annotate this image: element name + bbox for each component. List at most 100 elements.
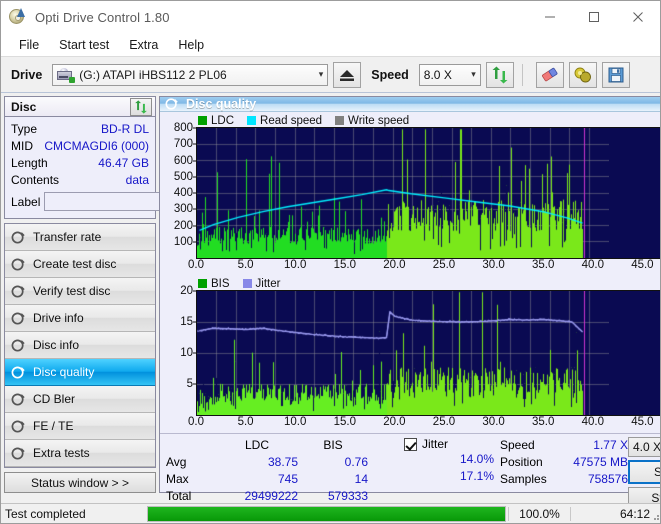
stats-max-ldc: 745 bbox=[277, 472, 298, 486]
disc-info-row: Type BD-R DL bbox=[11, 121, 149, 137]
floppy-save-icon bbox=[608, 67, 624, 82]
ldc-chart-plot bbox=[196, 127, 660, 259]
eject-icon bbox=[340, 69, 355, 81]
sidebar-item-label: CD Bler bbox=[33, 392, 76, 407]
sidebar-item-create-test-disc[interactable]: Create test disc bbox=[5, 251, 155, 279]
sidebar-item-extra-tests[interactable]: Extra tests bbox=[5, 440, 155, 468]
close-icon[interactable] bbox=[616, 1, 660, 33]
sidebar-item-label: Disc quality bbox=[33, 365, 95, 380]
drive-select-value: (G:) ATAPI iHBS112 2 PL06 bbox=[79, 67, 227, 82]
sidebar-item-verify-test-disc[interactable]: Verify test disc bbox=[5, 278, 155, 306]
ldc-chart-container: LDC Read speed Write speed 100 200 300 400 5… bbox=[160, 112, 660, 274]
status-window-button[interactable]: Status window > > bbox=[4, 472, 156, 493]
progress-bar bbox=[147, 505, 506, 522]
disc-test-icon bbox=[11, 230, 26, 245]
status-message: Test completed bbox=[5, 506, 86, 521]
application-window: Opti Drive Control 1.80 File Start test … bbox=[0, 0, 661, 524]
sidebar-item-cd-bler[interactable]: CD Bler bbox=[5, 386, 155, 414]
speed-select-value: 8.0 X bbox=[423, 67, 452, 82]
disc-panel-header: Disc bbox=[4, 96, 156, 117]
start-full-button[interactable]: Start full bbox=[628, 460, 660, 484]
disc-label-caption: Label bbox=[11, 194, 41, 209]
resize-grip-icon[interactable] bbox=[650, 511, 660, 521]
menu-start-test[interactable]: Start test bbox=[49, 36, 119, 54]
save-button[interactable] bbox=[601, 61, 630, 88]
sidebar-item-label: Disc info bbox=[33, 338, 80, 353]
sidebar-item-label: Transfer rate bbox=[33, 230, 102, 245]
stats-avg-ldc: 38.75 bbox=[267, 455, 298, 469]
menu-file[interactable]: File bbox=[9, 36, 49, 54]
legend-label-ldc: LDC bbox=[211, 114, 235, 127]
test-speed-select[interactable]: 4.0 X ▾ bbox=[628, 437, 661, 457]
toolbar: Drive (G:) ATAPI iHBS112 2 PL06 ▾ Speed … bbox=[1, 57, 660, 93]
ldc-chart-legend: LDC Read speed Write speed bbox=[198, 114, 660, 127]
position-stat-value: 47575 MB bbox=[573, 455, 628, 469]
refresh-icon bbox=[492, 66, 508, 83]
legend-swatch-bis bbox=[198, 279, 207, 288]
jitter-avg-value: 14.0% bbox=[459, 452, 494, 466]
speed-stat-value: 1.77 X bbox=[593, 438, 628, 452]
disc-info-row: Length 46.47 GB bbox=[11, 155, 149, 171]
maximize-icon[interactable] bbox=[572, 1, 616, 33]
disc-info-row: Contents data bbox=[11, 172, 149, 188]
stats-avg-bis: 0.76 bbox=[344, 455, 368, 469]
speed-select[interactable]: 8.0 X ▾ bbox=[418, 63, 481, 86]
jitter-checkbox[interactable] bbox=[404, 437, 417, 451]
samples-stat-label: Samples bbox=[500, 472, 547, 486]
test-speed-value: 4.0 X bbox=[633, 440, 661, 454]
chevron-down-icon: ▾ bbox=[471, 69, 476, 79]
disc-type-value: BD-R DL bbox=[100, 122, 149, 137]
disc-refresh-button[interactable] bbox=[130, 97, 152, 116]
stats-row-label-avg: Avg bbox=[166, 455, 187, 469]
bis-chart-x-axis: 0.05.010.015.020.025.030.035.040.045.050… bbox=[188, 416, 654, 428]
legend-swatch-read-speed bbox=[247, 116, 257, 125]
progress-percent: 100.0% bbox=[508, 506, 570, 521]
disc-test-icon bbox=[11, 338, 26, 353]
sidebar-item-transfer-rate[interactable]: Transfer rate bbox=[5, 224, 155, 252]
sidebar-item-drive-info[interactable]: Drive info bbox=[5, 305, 155, 333]
menu-help[interactable]: Help bbox=[168, 36, 214, 54]
menu-extra[interactable]: Extra bbox=[119, 36, 168, 54]
disc-quality-icon bbox=[165, 97, 179, 111]
legend-swatch-write-speed bbox=[335, 116, 345, 125]
window-controls bbox=[528, 1, 660, 33]
toolbar-separator bbox=[521, 63, 523, 86]
disc-length-label: Length bbox=[11, 156, 48, 171]
legend-swatch-jitter bbox=[242, 279, 252, 288]
app-disc-arrow-icon bbox=[9, 8, 27, 26]
stats-header-ldc: LDC bbox=[244, 438, 269, 452]
speed-position-stats: Speed 1.77 X Position 47575 MB Samples 7… bbox=[500, 437, 628, 509]
jitter-label: Jitter bbox=[422, 437, 449, 451]
disc-panel-title: Disc bbox=[11, 99, 37, 114]
minimize-icon[interactable] bbox=[528, 1, 572, 33]
stats-table: LDC BIS Avg 38.75 0.76 Max 745 14 Total … bbox=[166, 437, 404, 509]
disc-test-icon bbox=[11, 257, 26, 272]
refresh-icon bbox=[135, 100, 147, 114]
refresh-button[interactable] bbox=[485, 61, 514, 88]
legend-label-write-speed: Write speed bbox=[348, 114, 410, 127]
disc-type-label: Type bbox=[11, 122, 38, 137]
speed-label: Speed bbox=[371, 67, 409, 82]
content-area: Disc Type BD-R DL MID CMCMAGDI6 (000) Le… bbox=[1, 93, 661, 509]
sidebar-item-disc-quality[interactable]: Disc quality bbox=[5, 359, 155, 387]
position-stat-label: Position bbox=[500, 455, 543, 469]
jitter-stats: Jitter 14.0% 17.1% bbox=[404, 437, 500, 509]
main-panel: Disc quality LDC Read speed Write speed … bbox=[159, 96, 661, 509]
sidebar-item-fe-te[interactable]: FE / TE bbox=[5, 413, 155, 441]
coins-button[interactable] bbox=[568, 61, 597, 88]
disc-test-icon bbox=[11, 365, 26, 380]
eject-button[interactable] bbox=[333, 61, 362, 88]
erase-button[interactable] bbox=[535, 61, 564, 88]
disc-contents-value: data bbox=[125, 173, 149, 188]
sidebar-item-label: Verify test disc bbox=[33, 284, 111, 299]
drive-select[interactable]: (G:) ATAPI iHBS112 2 PL06 ▾ bbox=[52, 63, 329, 86]
drive-label: Drive bbox=[11, 67, 43, 82]
disc-mid-label: MID bbox=[11, 139, 33, 154]
stats-max-bis: 14 bbox=[354, 472, 368, 486]
drive-icon bbox=[57, 67, 76, 83]
sidebar-item-disc-info[interactable]: Disc info bbox=[5, 332, 155, 360]
disc-test-icon bbox=[11, 446, 26, 461]
jitter-checkbox-row[interactable]: Jitter bbox=[404, 437, 500, 451]
legend-label-read-speed: Read speed bbox=[260, 114, 323, 127]
legend-swatch-ldc bbox=[198, 116, 207, 125]
